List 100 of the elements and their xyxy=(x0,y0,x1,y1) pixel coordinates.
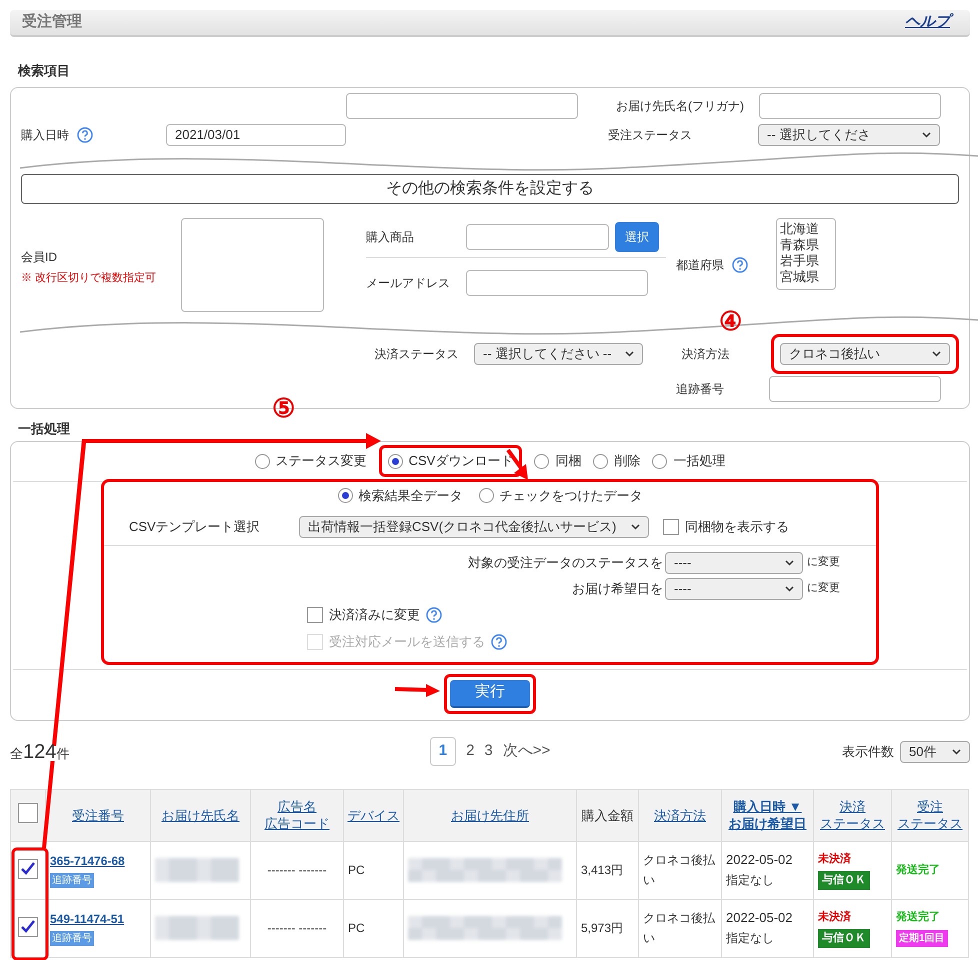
field-label: 受注ステータス xyxy=(608,126,693,144)
step-marker: ⑤ xyxy=(272,394,295,420)
page-link[interactable]: 1 xyxy=(430,737,456,766)
input-field[interactable] xyxy=(346,92,578,118)
credit-badge: 与信ＯＫ xyxy=(818,929,870,948)
radio-button[interactable] xyxy=(388,454,403,468)
caret-icon xyxy=(785,560,794,566)
help-icon[interactable] xyxy=(732,256,748,272)
table-cell-text: 指定なし xyxy=(726,872,775,889)
help-icon[interactable] xyxy=(491,634,507,650)
step-marker: ④ xyxy=(719,308,742,334)
checkbox[interactable] xyxy=(663,519,679,535)
checkbox[interactable] xyxy=(18,858,38,878)
more-conditions-button[interactable]: その他の検索条件を設定する xyxy=(21,174,959,204)
select-button[interactable]: 選択 xyxy=(615,222,659,252)
field-label: 会員ID xyxy=(21,248,58,266)
status-text: 未決済 xyxy=(818,852,852,866)
table-cell-text: 2022-05-02 xyxy=(726,909,794,927)
radio-label: チェックをつけたデータ xyxy=(500,486,642,505)
input-field[interactable] xyxy=(466,270,648,296)
caret-icon xyxy=(785,586,794,592)
note-text: ※ 改行区切りで複数指定可 xyxy=(21,270,158,286)
section-heading: 検索項目 xyxy=(18,62,71,80)
select-field[interactable]: 50件 xyxy=(900,740,970,762)
table-cell-text: クロネコ後払い xyxy=(643,852,716,889)
field-label: CSVテンプレート選択 xyxy=(129,518,261,536)
field-label: お届け希望日を xyxy=(572,580,663,598)
table-cell: ------- ------- xyxy=(267,921,327,935)
caret-icon xyxy=(932,350,941,356)
list-option[interactable]: 岩手県 xyxy=(780,252,832,268)
column-sort-link[interactable]: 受注番号 xyxy=(72,806,124,824)
field-label: お届け先氏名(フリガナ) xyxy=(616,98,745,114)
radio-button[interactable] xyxy=(593,454,608,468)
checkbox-label: 決済済みに変更 xyxy=(329,606,420,624)
prefecture-list[interactable]: 北海道 青森県 岩手県 宮城県 xyxy=(776,218,836,290)
checkbox-label: 同梱物を表示する xyxy=(685,518,789,536)
table-cell: 5,973円 xyxy=(581,921,624,935)
page-link[interactable]: 3 xyxy=(484,740,493,763)
field-label: メールアドレス xyxy=(366,274,451,292)
field-label: 決済ステータス xyxy=(374,346,460,362)
page-link[interactable]: 次へ>> xyxy=(502,740,550,763)
checkbox-label: 受注対応メールを送信する xyxy=(329,633,485,652)
radio-button[interactable] xyxy=(534,454,550,468)
table-cell: ------- ------- xyxy=(267,863,327,877)
table-cell: PC xyxy=(348,863,365,877)
checkbox[interactable] xyxy=(307,607,323,623)
table-cell: PC xyxy=(348,921,365,935)
order-link[interactable]: 549-11474-51 xyxy=(50,910,146,928)
radio-button[interactable] xyxy=(254,454,270,468)
list-option[interactable]: 宮城県 xyxy=(780,268,832,284)
table-cell-text: 指定なし xyxy=(726,930,775,947)
select-field[interactable]: ---- xyxy=(665,578,803,600)
field-label: 購入日時 xyxy=(21,126,69,144)
select-field[interactable]: クロネコ後払い xyxy=(780,342,950,364)
radio-label: 同梱 xyxy=(555,452,582,470)
date-field[interactable]: 2021/03/01 xyxy=(166,124,346,146)
input-field[interactable] xyxy=(769,376,941,402)
text-area[interactable] xyxy=(181,218,324,312)
callout-arrow xyxy=(394,684,440,697)
select-field[interactable]: 出荷情報一括登録CSV(クロネコ代金後払いサービス) xyxy=(299,516,649,538)
field-label: に変更 xyxy=(807,554,840,570)
table-cell-text: クロネコ後払い xyxy=(643,910,716,947)
field-label: 購入商品 xyxy=(366,229,415,246)
page-link[interactable]: 2 xyxy=(466,740,474,763)
page-title: 受注管理 xyxy=(22,12,82,32)
column-sort-link[interactable]: お届け先住所 xyxy=(451,806,529,824)
select-field[interactable]: -- 選択してくださ xyxy=(758,124,940,146)
result-count: 全124件 xyxy=(10,746,72,760)
caret-icon xyxy=(625,350,634,356)
table-cell: 3,413円 xyxy=(581,863,624,877)
status-text: 発送完了 xyxy=(896,862,941,878)
field-label: 対象の受注データのステータスを xyxy=(468,554,663,572)
field-label: 表示件数 xyxy=(842,742,894,761)
radio-label: ステータス変更 xyxy=(276,452,367,470)
radio-button[interactable] xyxy=(338,488,352,503)
radio-label: 削除 xyxy=(614,452,640,470)
caret-icon xyxy=(631,524,640,530)
help-icon[interactable] xyxy=(426,607,442,623)
caret-icon xyxy=(922,132,931,138)
order-link[interactable]: 365-71476-68 xyxy=(50,852,146,870)
radio-button[interactable] xyxy=(652,454,668,468)
select-field[interactable]: ---- xyxy=(665,552,803,574)
run-button[interactable]: 実行 xyxy=(450,680,530,708)
table-cell-text: 2022-05-02 xyxy=(726,851,794,869)
select-field[interactable]: -- 選択してください -- xyxy=(474,342,644,364)
credit-badge: 与信ＯＫ xyxy=(818,871,870,890)
status-text: 発送完了 xyxy=(896,910,941,926)
input-field[interactable] xyxy=(466,224,609,250)
list-option[interactable]: 北海道 xyxy=(780,220,832,236)
checkbox[interactable] xyxy=(18,802,38,822)
status-text: 未決済 xyxy=(818,910,852,924)
radio-label: 検索結果全データ xyxy=(358,486,462,505)
radio-label: 一括処理 xyxy=(673,452,726,470)
field-label: に変更 xyxy=(807,580,840,596)
list-option[interactable]: 青森県 xyxy=(780,236,832,252)
checkbox[interactable] xyxy=(18,916,38,936)
caret-icon xyxy=(952,748,961,754)
input-field[interactable] xyxy=(759,92,941,118)
radio-button[interactable] xyxy=(478,488,494,503)
help-icon[interactable] xyxy=(77,126,93,142)
